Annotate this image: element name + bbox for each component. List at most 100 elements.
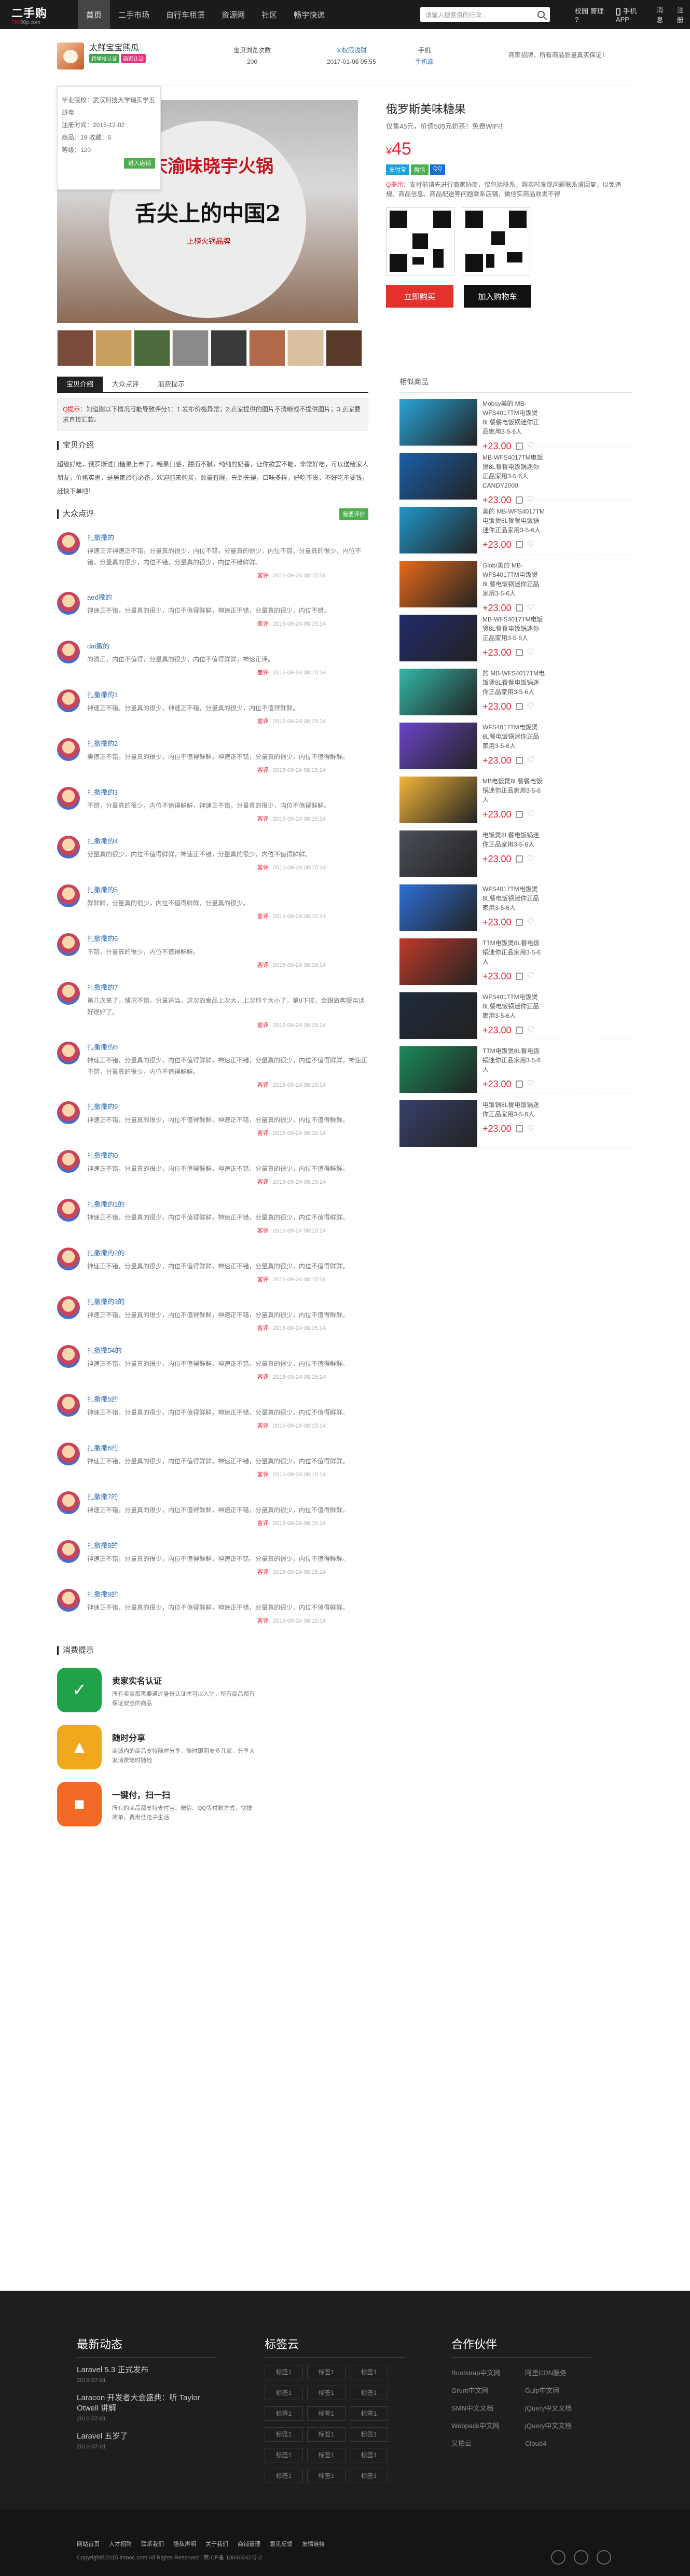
add-to-cart-button[interactable]: 加入购物车 — [464, 285, 531, 308]
related-title-text[interactable]: WFS4017TM电饭煲8L餐电饭锅迷你正品家用3-5-6人 — [482, 723, 545, 751]
tag-chip[interactable]: 标签1 — [265, 2365, 303, 2379]
compare-icon[interactable] — [515, 973, 523, 980]
reviewer-name[interactable]: 扎撒撒54的 — [87, 1345, 367, 1355]
reviewer-avatar[interactable] — [57, 787, 80, 810]
nav-express[interactable]: 畅宇快递 — [285, 0, 333, 29]
reviewer-name[interactable]: aed撒的 — [87, 592, 367, 602]
related-thumbnail[interactable] — [399, 884, 477, 931]
compare-icon[interactable] — [515, 757, 523, 764]
news-item[interactable]: Laracon 开发者大会盛典：听 Taylor Otwell 讲解 2016-0… — [77, 2393, 217, 2424]
reviewer-avatar[interactable] — [57, 738, 80, 761]
heart-icon[interactable]: ♡ — [527, 603, 534, 613]
nav-community[interactable]: 社区 — [253, 0, 285, 29]
compare-icon[interactable] — [515, 703, 523, 710]
related-title-text[interactable]: WFS4017TM电饭煲8L餐电饭锅迷你正品家用3-5-6人 — [482, 992, 545, 1020]
buy-now-button[interactable]: 立即购买 — [386, 285, 453, 308]
related-item[interactable]: 电饭锅8L餐电饭锅迷你正品家用3-5-6人 +23.00 ♡ — [399, 1094, 633, 1148]
reviewer-name[interactable]: dai撒的 — [87, 641, 367, 650]
reviewer-avatar[interactable] — [57, 1101, 80, 1124]
mobile-app-link[interactable]: 手机APP — [615, 6, 649, 23]
compare-icon[interactable] — [515, 1081, 523, 1088]
thumbnail[interactable] — [326, 330, 362, 366]
footer-link[interactable]: 网站首页 — [77, 2540, 100, 2548]
news-item[interactable]: Laravel 五岁了 2016-07-01 — [77, 2431, 217, 2452]
compare-icon[interactable] — [515, 919, 523, 926]
heart-icon[interactable]: ♡ — [527, 648, 534, 657]
heart-icon[interactable]: ♡ — [527, 540, 534, 549]
related-thumbnail[interactable] — [399, 777, 477, 823]
thumbnail[interactable] — [249, 330, 285, 366]
tag-chip[interactable]: 标签1 — [307, 2448, 346, 2462]
related-item[interactable]: 的 MB-WFS4017TM电饭煲8L餐餐电饭锅迷你正品家用3-5-6人 +23.… — [399, 662, 633, 716]
related-title-text[interactable]: MB电饭煲8L餐餐电饭锅迷你正品家用3-5-6人 — [482, 777, 545, 805]
tag-chip[interactable]: 标签1 — [307, 2386, 346, 2400]
related-thumbnail[interactable] — [399, 561, 477, 607]
related-thumbnail[interactable] — [399, 507, 477, 553]
reviewer-avatar[interactable] — [57, 1345, 80, 1368]
footer-link[interactable]: 联系我们 — [141, 2540, 164, 2548]
related-title-text[interactable]: 电饭煲8L餐电饭锅迷你正品家用3-5-6人 — [482, 830, 545, 849]
seller-avatar[interactable] — [57, 43, 84, 70]
enter-shop-button[interactable]: 进入店铺 — [124, 158, 155, 169]
compare-icon[interactable] — [515, 1027, 523, 1034]
tag-chip[interactable]: 标签1 — [265, 2427, 303, 2442]
messages-link[interactable]: 消息 — [656, 5, 669, 24]
partner-link[interactable]: Bootstrap中文网 — [451, 2367, 519, 2379]
footer-link[interactable]: 关于我们 — [205, 2540, 228, 2548]
news-item[interactable]: Laravel 5.3 正式发布 2016-07-01 — [77, 2365, 217, 2386]
seller-name[interactable]: 太鲜宝宝熊瓜 — [89, 40, 139, 53]
footer-link[interactable]: 隐私声明 — [173, 2540, 196, 2548]
compare-icon[interactable] — [515, 1125, 523, 1132]
related-item[interactable]: TTM电饭煲8L餐电饭锅迷你正品家用3-5-6人 +23.00 ♡ — [399, 1040, 633, 1094]
related-item[interactable]: MB-WFS4017TM电饭煲8L餐餐电饭锅迷你正品家用3-5-6人 +23.00… — [399, 608, 633, 662]
wechat-icon[interactable] — [574, 2550, 588, 2565]
reviewer-name[interactable]: 扎撒撒的8 — [87, 1042, 367, 1051]
reviewer-avatar[interactable] — [57, 1589, 80, 1612]
reviewer-avatar[interactable] — [57, 1248, 80, 1270]
related-item[interactable]: Mobsy美的 MB-WFS4017TM电饭煲8L餐餐电饭锅迷你正品家用3-5-… — [399, 393, 633, 451]
compare-icon[interactable] — [515, 442, 523, 450]
reviewer-name[interactable]: 扎撒撒的2的 — [87, 1248, 367, 1257]
related-title-text[interactable]: MB-WFS4017TM电饭煲8L餐餐电饭锅迷你正品家用3-5-6人CANDY2… — [482, 453, 545, 490]
footer-link[interactable]: 人才招聘 — [109, 2540, 132, 2548]
related-item[interactable]: MB-WFS4017TM电饭煲8L餐餐电饭锅迷你正品家用3-5-6人CANDY2… — [399, 447, 633, 505]
compare-icon[interactable] — [515, 855, 523, 863]
reviewer-avatar[interactable] — [57, 1042, 80, 1064]
thumbnail[interactable] — [211, 330, 247, 366]
reviewer-name[interactable]: 扎撒撒的6 — [87, 933, 367, 943]
site-logo[interactable]: 二手购 TIM00p.com — [0, 0, 78, 29]
tag-chip[interactable]: 标签1 — [307, 2365, 346, 2379]
related-title-text[interactable]: WFS4017TM电饭煲8L餐电饭锅迷你正品家用3-5-6人 — [482, 884, 545, 912]
related-thumbnail[interactable] — [399, 399, 477, 446]
reviewer-avatar[interactable] — [57, 1199, 80, 1222]
search-icon[interactable] — [537, 11, 545, 18]
register-link[interactable]: 注册 — [677, 5, 690, 24]
partner-link[interactable]: Gulp中文网 — [525, 2385, 592, 2397]
partner-link[interactable]: jQuery中文文档 — [525, 2402, 592, 2415]
related-title-text[interactable]: TTM电饭煲8L餐电饭锅迷你正品家用3-5-6人 — [482, 1046, 545, 1074]
nav-bike[interactable]: 自行车租赁 — [158, 0, 213, 29]
heart-icon[interactable]: ♡ — [527, 810, 534, 819]
tag-chip[interactable]: 标签1 — [350, 2448, 388, 2462]
reviewer-name[interactable]: 扎撒撒的2 — [87, 738, 367, 748]
tag-chip[interactable]: 标签1 — [307, 2406, 346, 2421]
heart-icon[interactable]: ♡ — [527, 972, 534, 981]
related-item[interactable]: 美的 MB-WFS4017TM电饭煲8L餐餐电饭锅迷你正品家用3-5-6人 +23… — [399, 501, 633, 555]
related-thumbnail[interactable] — [399, 1046, 477, 1093]
partner-link[interactable]: SMN中文文档 — [451, 2402, 519, 2415]
heart-icon[interactable]: ♡ — [527, 441, 534, 451]
reviewer-name[interactable]: 扎撒撒的3的 — [87, 1296, 367, 1306]
search-input[interactable]: 请输入搜索资的行政... — [420, 7, 550, 22]
compare-icon[interactable] — [515, 496, 523, 504]
partner-link[interactable]: 阿里CDN服务 — [525, 2367, 592, 2379]
related-thumbnail[interactable] — [399, 669, 477, 715]
thumbnail[interactable] — [134, 330, 170, 366]
reviewer-avatar[interactable] — [57, 641, 80, 663]
related-title-text[interactable]: TTM电饭煲8L餐电饭锅迷你正品家用3-5-6人 — [482, 938, 545, 966]
related-title-text[interactable]: Mobsy美的 MB-WFS4017TM电饭煲8L餐餐电饭锅迷你正品家用3-5-… — [482, 399, 545, 436]
related-item[interactable]: MB电饭煲8L餐餐电饭锅迷你正品家用3-5-6人 +23.00 ♡ — [399, 770, 633, 824]
reviewer-avatar[interactable] — [57, 532, 80, 555]
related-item[interactable]: WFS4017TM电饭煲8L餐电饭锅迷你正品家用3-5-6人 +23.00 ♡ — [399, 878, 633, 932]
reviewer-name[interactable]: 扎撒撒的0 — [87, 1150, 367, 1160]
related-item[interactable]: TTM电饭煲8L餐电饭锅迷你正品家用3-5-6人 +23.00 ♡ — [399, 932, 633, 986]
